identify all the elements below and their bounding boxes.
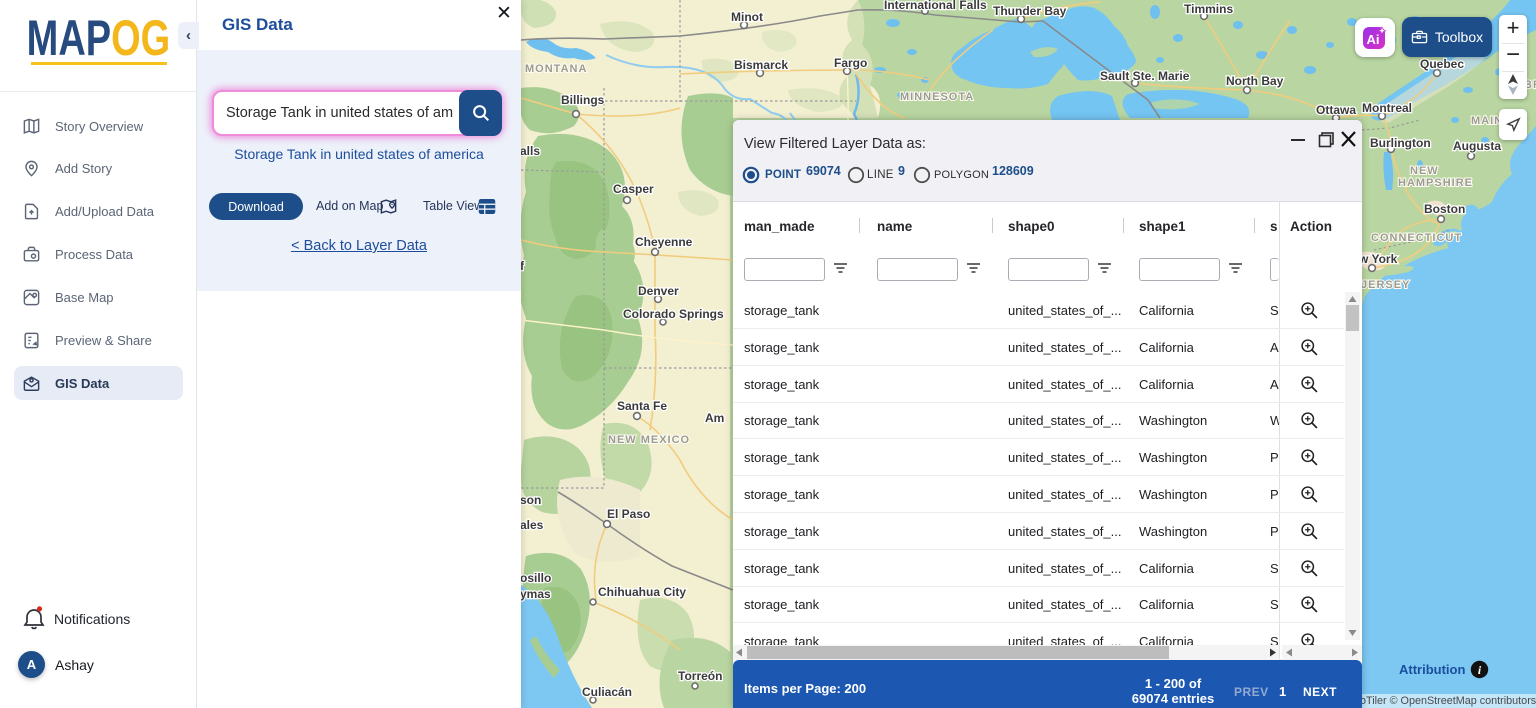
svg-text:Quebec: Quebec (1420, 57, 1464, 71)
svg-text:MONTANA: MONTANA (525, 63, 587, 75)
svg-text:Chihuahua City: Chihuahua City (598, 585, 686, 599)
svg-text:NEW MEXICO: NEW MEXICO (608, 434, 690, 446)
svg-text:Burlington: Burlington (1370, 136, 1431, 150)
svg-text:Colorado Springs: Colorado Springs (623, 307, 724, 321)
svg-text:ales: ales (520, 518, 544, 532)
svg-text:Thunder Bay: Thunder Bay (993, 4, 1067, 18)
svg-text:alls: alls (520, 144, 540, 158)
svg-text:Torreón: Torreón (678, 669, 722, 683)
svg-text:Timmins: Timmins (1184, 2, 1233, 16)
svg-text:HAMPSHIRE: HAMPSHIRE (1398, 177, 1473, 189)
svg-text:Casper: Casper (613, 182, 654, 196)
svg-text:NEW: NEW (1410, 165, 1439, 177)
svg-text:Culiacán: Culiacán (582, 685, 632, 699)
svg-text:osillo: osillo (520, 571, 551, 585)
svg-text:JERSEY: JERSEY (1361, 279, 1410, 291)
svg-text:MINNESOTA: MINNESOTA (900, 91, 974, 103)
svg-text:Montreal: Montreal (1362, 101, 1412, 115)
svg-text:Minot: Minot (731, 10, 763, 24)
svg-text:Fargo: Fargo (834, 56, 867, 70)
svg-text:Billings: Billings (561, 93, 605, 107)
svg-text:Augusta: Augusta (1453, 139, 1501, 153)
svg-text:Boston: Boston (1424, 202, 1465, 216)
svg-text:Ai: Ai (1367, 32, 1380, 47)
svg-text:Sault Ste. Marie: Sault Ste. Marie (1100, 69, 1190, 83)
svg-text:Ottawa: Ottawa (1316, 103, 1356, 117)
svg-text:Cheyenne: Cheyenne (635, 235, 693, 249)
svg-text:El Paso: El Paso (607, 507, 650, 521)
svg-text:Santa Fe: Santa Fe (617, 399, 667, 413)
svg-text:son: son (520, 493, 541, 507)
svg-text:International Falls: International Falls (884, 0, 987, 12)
svg-text:CONNECTICUT: CONNECTICUT (1371, 232, 1462, 244)
svg-text:Am: Am (705, 411, 724, 425)
svg-text:Denver: Denver (638, 284, 679, 298)
svg-text:w York: w York (1358, 252, 1398, 266)
svg-text:North Bay: North Bay (1226, 74, 1284, 88)
svg-text:Bismarck: Bismarck (734, 58, 788, 72)
svg-text:ymas: ymas (520, 587, 551, 601)
